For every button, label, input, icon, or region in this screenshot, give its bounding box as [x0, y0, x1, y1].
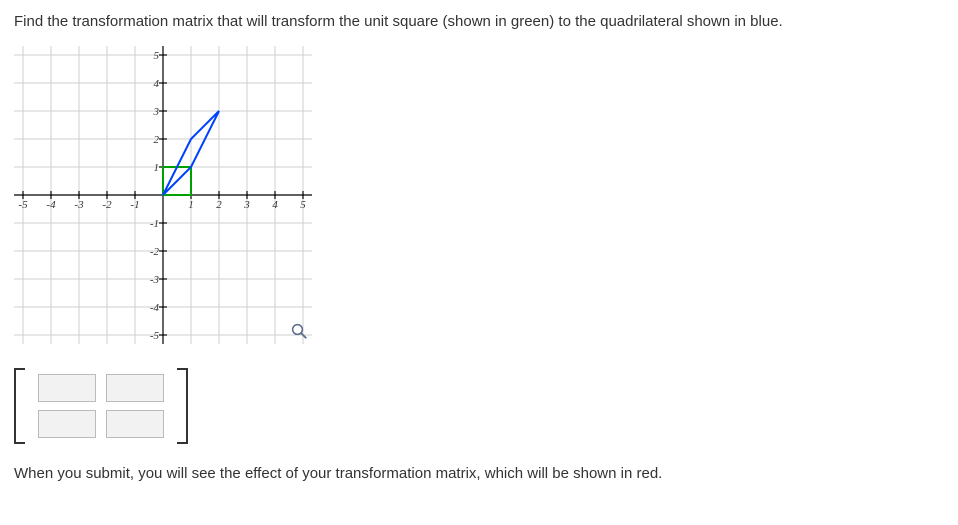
matrix-a22-input[interactable] [106, 410, 164, 438]
matrix-a11-input[interactable] [38, 374, 96, 402]
ytick-label: -3 [150, 274, 160, 286]
ytick-label: -1 [150, 218, 159, 230]
xtick-label: 2 [216, 199, 222, 211]
question-prompt: Find the transformation matrix that will… [14, 12, 934, 32]
ytick-label: 3 [153, 106, 160, 118]
xtick-label: 1 [188, 199, 194, 211]
ytick-label: 5 [154, 50, 160, 62]
magnify-icon[interactable] [290, 322, 308, 340]
ytick-label: 1 [154, 162, 160, 174]
xtick-label: -3 [74, 199, 84, 211]
xtick-label: -1 [130, 199, 139, 211]
xtick-label: -4 [46, 199, 56, 211]
ytick-label: 4 [154, 78, 160, 90]
submit-hint-text: When you submit, you will see the effect… [14, 464, 934, 484]
matrix-a12-input[interactable] [106, 374, 164, 402]
xtick-label: -2 [102, 199, 112, 211]
left-bracket [14, 368, 30, 444]
ytick-label: -5 [150, 330, 160, 342]
right-bracket [172, 368, 188, 444]
ytick-label: -4 [150, 302, 160, 314]
matrix-a21-input[interactable] [38, 410, 96, 438]
coordinate-plot: -5 -4 -3 -2 -1 1 2 3 4 5 5 4 3 2 1 -1 -2 [14, 46, 312, 344]
xtick-label: 5 [300, 199, 306, 211]
xtick-label: 3 [243, 199, 250, 211]
xtick-label: 4 [272, 199, 278, 211]
ytick-label: -2 [150, 246, 160, 258]
xtick-label: -5 [18, 199, 28, 211]
matrix-input [14, 368, 188, 444]
ytick-label: 2 [154, 134, 160, 146]
